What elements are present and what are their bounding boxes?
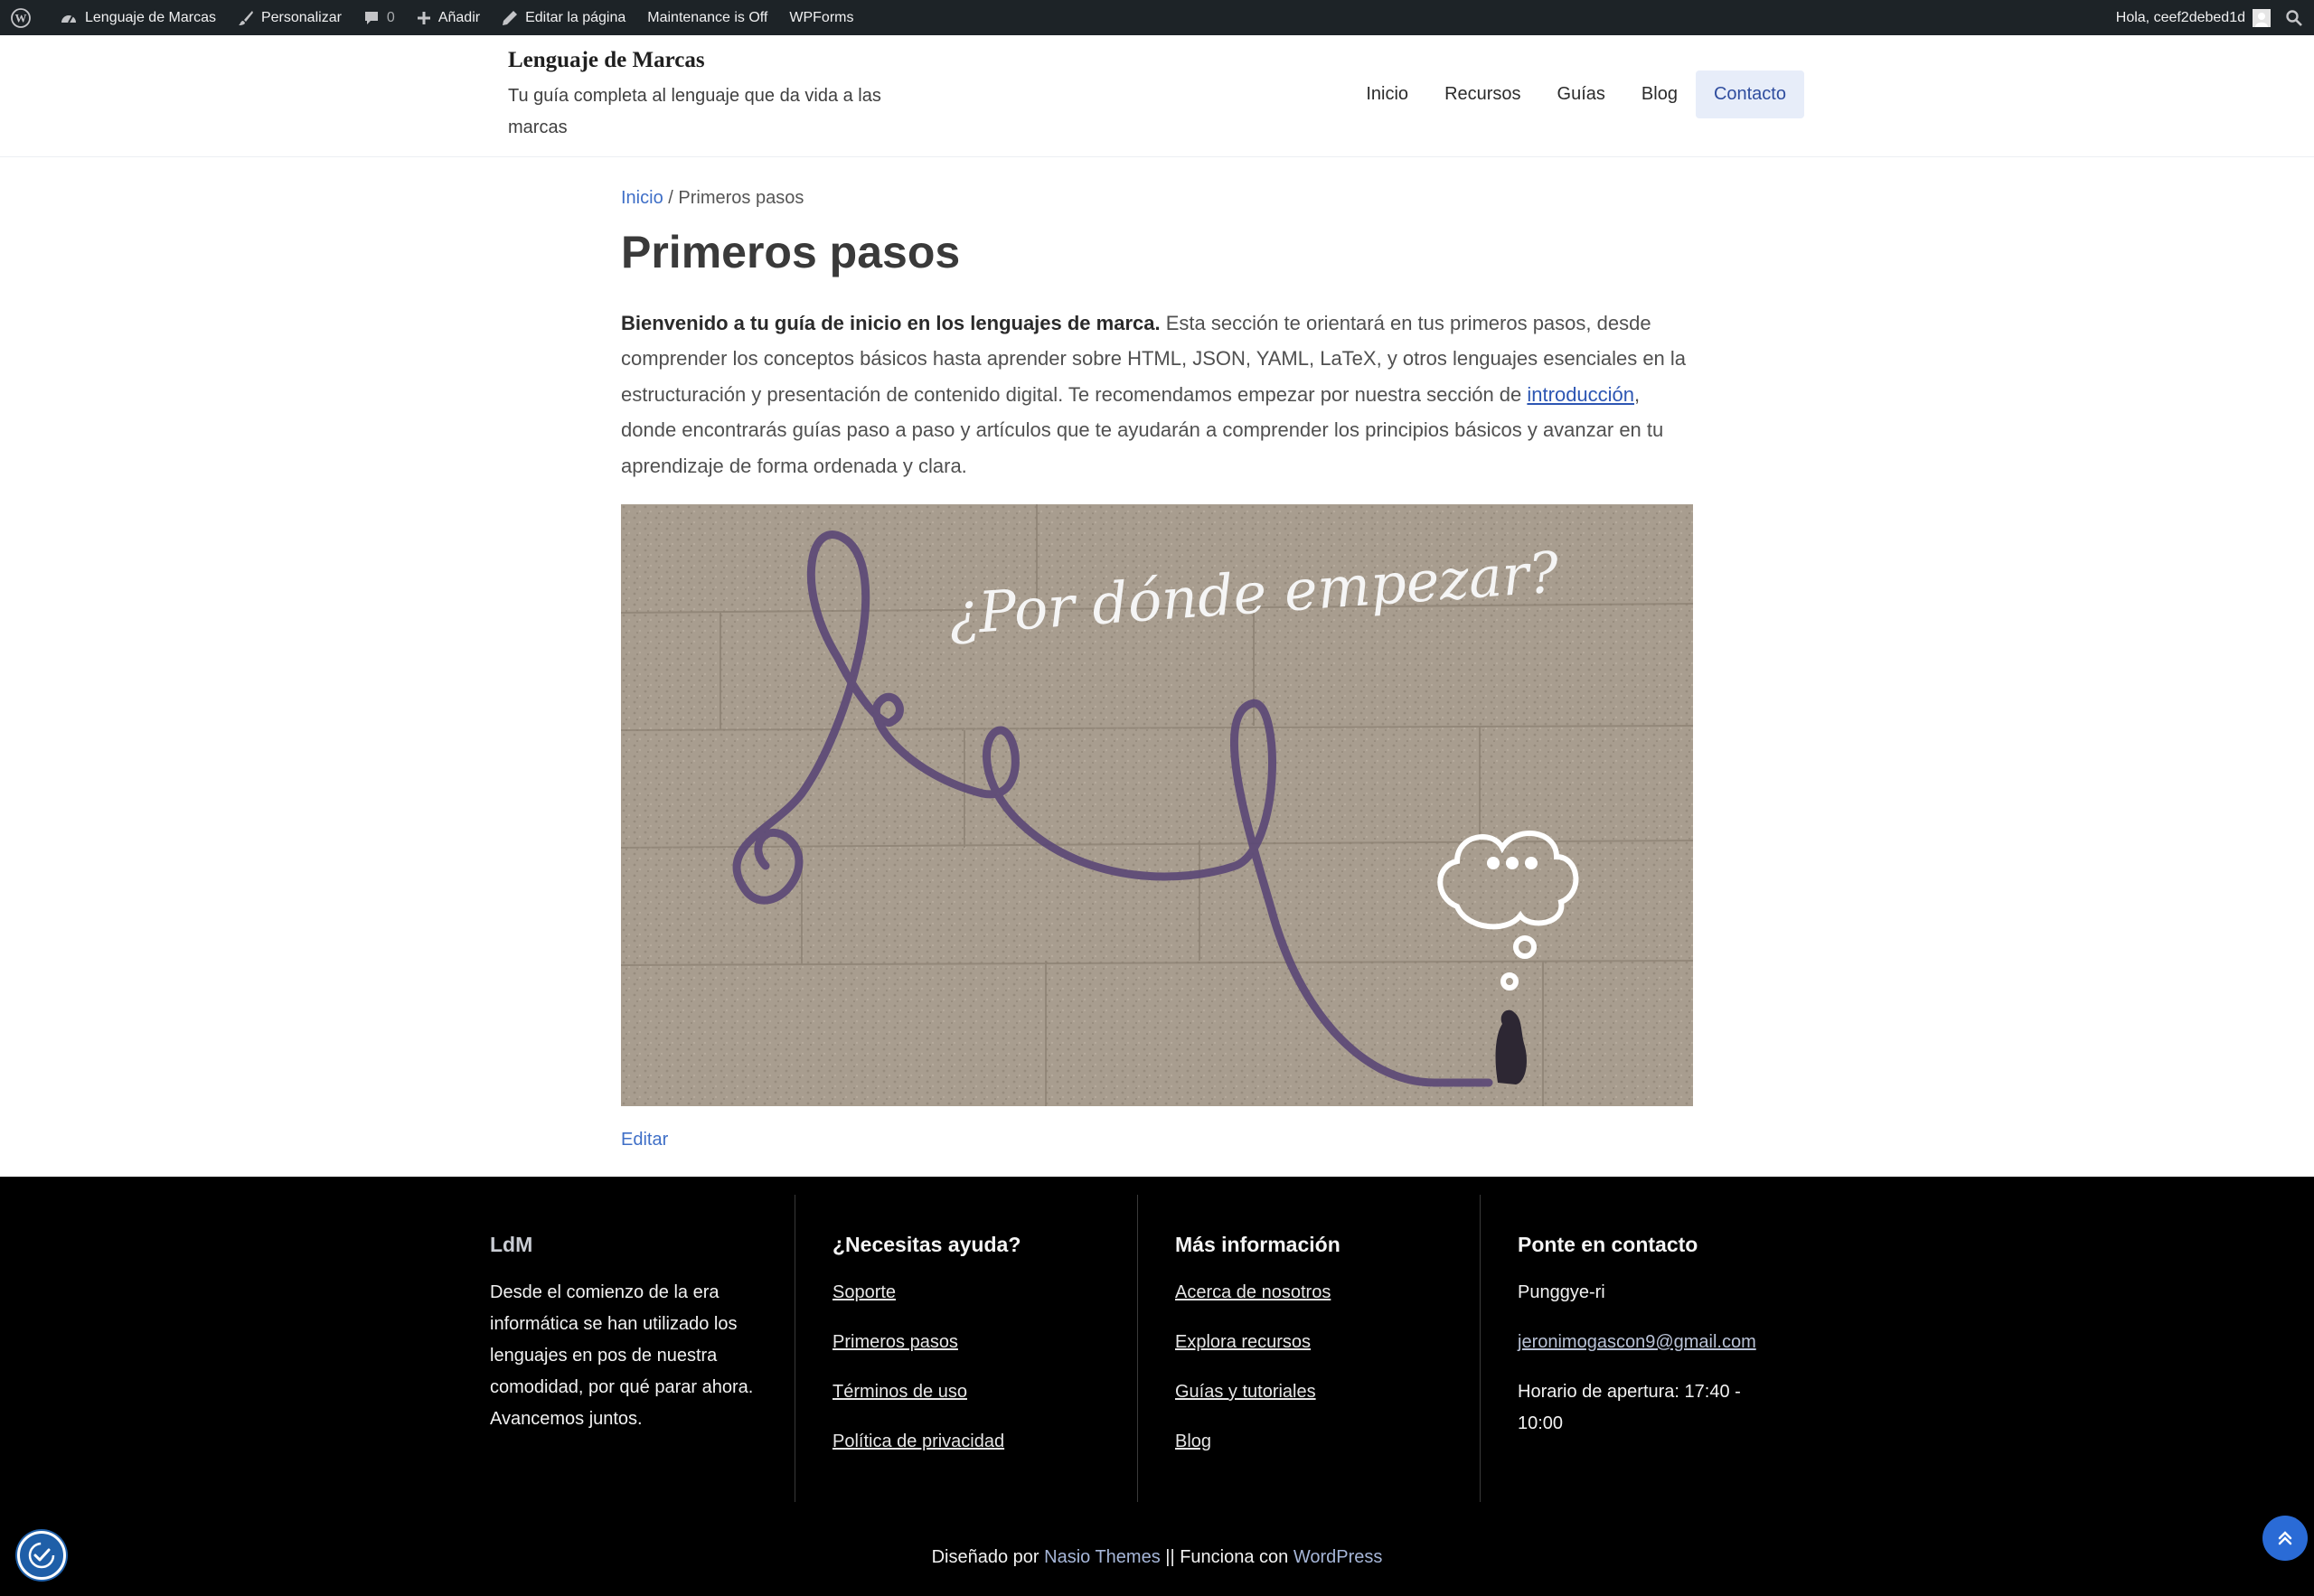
wordpress-logo-icon[interactable]: W <box>0 0 49 35</box>
footer-heading-help: ¿Necesitas ayuda? <box>832 1233 1021 1256</box>
credits-theme-link[interactable]: Nasio Themes <box>1044 1547 1161 1567</box>
nav-item-recursos[interactable]: Recursos <box>1426 70 1538 118</box>
intro-bold: Bienvenido a tu guía de inicio en los le… <box>621 312 1161 334</box>
admin-site-name-label: Lenguaje de Marcas <box>85 9 216 25</box>
admin-wpforms-label: WPForms <box>789 9 854 25</box>
edit-link[interactable]: Editar <box>621 1130 668 1150</box>
footer-link-primeros-pasos[interactable]: Primeros pasos <box>832 1327 1137 1358</box>
accessibility-icon <box>28 1542 55 1569</box>
admin-comments[interactable]: 0 <box>353 0 406 35</box>
footer-heading-info: Más información <box>1175 1233 1340 1256</box>
admin-greeting[interactable]: Hola, ceef2debed1d <box>2116 10 2245 26</box>
dashboard-icon <box>61 14 76 23</box>
footer-link-soporte[interactable]: Soporte <box>832 1277 1137 1309</box>
breadcrumb-current: Primeros pasos <box>678 188 804 208</box>
avatar[interactable] <box>2253 8 2271 27</box>
nav-item-guias[interactable]: Guías <box>1539 70 1623 118</box>
admin-comments-count: 0 <box>386 9 395 25</box>
footer-about-text: Desde el comienzo de la era informática … <box>490 1282 754 1429</box>
svg-text:W: W <box>15 11 27 24</box>
site-footer: LdM Desde el comienzo de la era informát… <box>0 1177 2314 1596</box>
admin-bar: W Lenguaje de Marcas Personalizar 0 Añad… <box>0 0 2314 35</box>
footer-col-about: LdM Desde el comienzo de la era informát… <box>490 1195 795 1502</box>
breadcrumb-home-link[interactable]: Inicio <box>621 188 663 208</box>
admin-edit-page[interactable]: Editar la página <box>491 0 636 35</box>
footer-link-guias[interactable]: Guías y tutoriales <box>1175 1376 1480 1408</box>
scroll-to-top-button[interactable] <box>2262 1516 2308 1561</box>
admin-customize[interactable]: Personalizar <box>227 0 353 35</box>
footer-link-privacidad[interactable]: Política de privacidad <box>832 1426 1137 1458</box>
admin-maintenance[interactable]: Maintenance is Off <box>636 0 778 35</box>
footer-heading-ldm: LdM <box>490 1233 533 1256</box>
admin-site-name[interactable]: Lenguaje de Marcas <box>49 0 227 35</box>
footer-col-help: ¿Necesitas ayuda? Soporte Primeros pasos… <box>832 1195 1138 1502</box>
site-header: Lenguaje de Marcas Tu guía completa al l… <box>0 35 2314 157</box>
admin-edit-page-label: Editar la página <box>525 9 626 25</box>
footer-col-info: Más información Acerca de nosotros Explo… <box>1175 1195 1481 1502</box>
admin-add-new[interactable]: Añadir <box>406 0 491 35</box>
brush-icon <box>238 10 253 25</box>
nav-item-inicio[interactable]: Inicio <box>1348 70 1426 118</box>
breadcrumb-separator: / <box>668 188 673 208</box>
hero-image: ¿Por dónde empezar? <box>621 504 1693 1106</box>
intro-paragraph: Bienvenido a tu guía de inicio en los le… <box>621 305 1693 483</box>
admin-customize-label: Personalizar <box>260 9 342 25</box>
page-title: Primeros pasos <box>621 227 961 277</box>
accessibility-button[interactable] <box>17 1531 66 1580</box>
footer-link-blog[interactable]: Blog <box>1175 1426 1480 1458</box>
credits-wordpress-link[interactable]: WordPress <box>1293 1547 1383 1567</box>
user-icon <box>2255 12 2268 27</box>
footer-location: Punggye-ri <box>1518 1282 1605 1302</box>
site-title[interactable]: Lenguaje de Marcas <box>508 48 705 73</box>
site-description: Tu guía completa al lenguaje que da vida… <box>508 86 881 137</box>
footer-heading-contact: Ponte en contacto <box>1518 1233 1698 1256</box>
footer-link-acerca[interactable]: Acerca de nosotros <box>1175 1277 1480 1309</box>
footer-hours: Horario de apertura: 17:40 - 10:00 <box>1518 1382 1741 1433</box>
admin-maintenance-label: Maintenance is Off <box>647 9 768 25</box>
main-navigation: Inicio Recursos Guías Blog Contacto <box>1348 70 1804 118</box>
pencil-icon <box>503 10 518 25</box>
footer-link-recursos[interactable]: Explora recursos <box>1175 1327 1480 1358</box>
chevron-up-double-icon <box>2278 1531 2292 1545</box>
credits-designed-by: Diseñado por <box>931 1547 1045 1567</box>
footer-email-link[interactable]: jeronimogascon9@gmail.com <box>1518 1327 1825 1358</box>
plus-icon <box>417 11 430 24</box>
footer-col-contact: Ponte en contacto Punggye-ri jeronimogas… <box>1518 1195 1825 1502</box>
comment-icon <box>364 11 378 24</box>
search-icon[interactable] <box>2285 9 2303 27</box>
nav-item-blog[interactable]: Blog <box>1623 70 1696 118</box>
footer-credits: Diseñado por Nasio Themes || Funciona co… <box>0 1547 2314 1568</box>
nav-item-contacto[interactable]: Contacto <box>1695 70 1804 118</box>
breadcrumb: Inicio / Primeros pasos <box>621 188 804 209</box>
credits-powered: || Funciona con <box>1160 1547 1293 1567</box>
admin-wpforms[interactable]: WPForms <box>778 0 864 35</box>
footer-link-terminos[interactable]: Términos de uso <box>832 1376 1137 1408</box>
admin-add-new-label: Añadir <box>437 9 481 25</box>
intro-link[interactable]: introducción <box>1527 383 1634 406</box>
